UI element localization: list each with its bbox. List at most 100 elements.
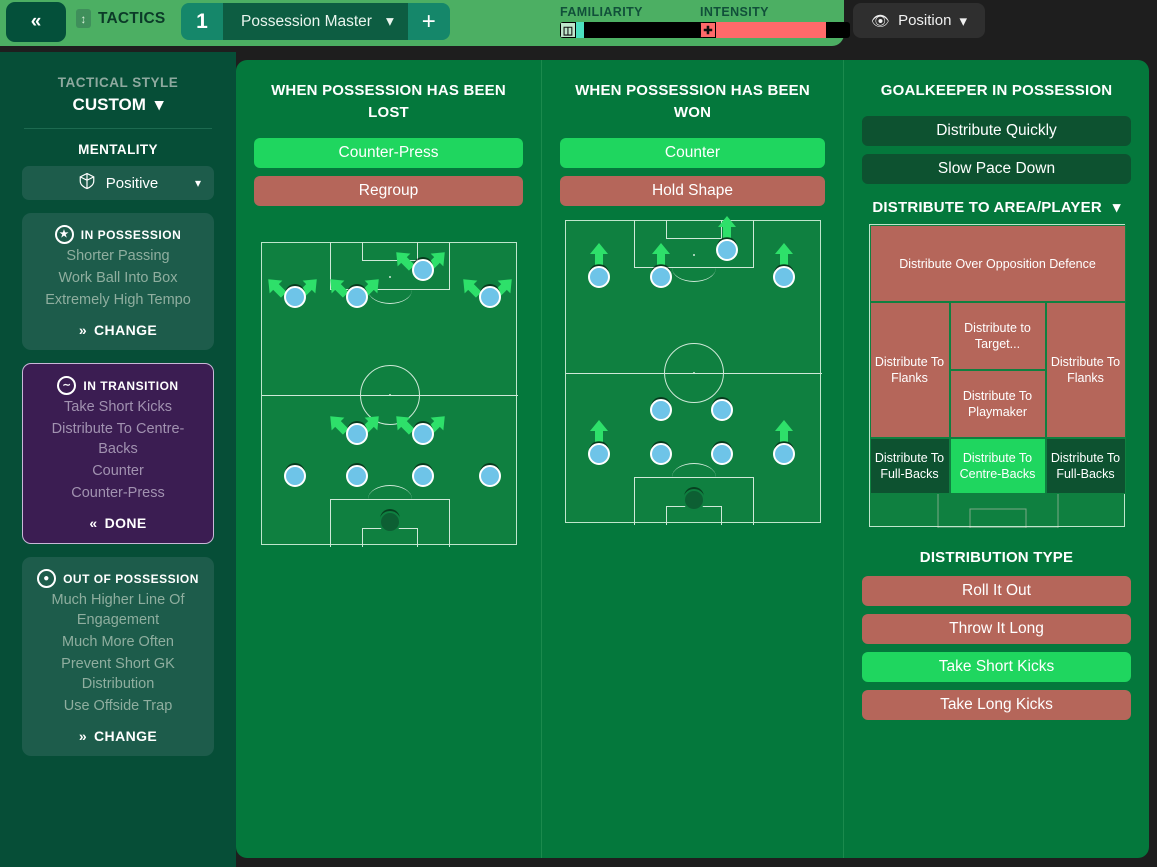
familiarity-knob-icon: ◫ (560, 22, 576, 38)
player-marker[interactable] (772, 443, 795, 465)
done-in-transition-button[interactable]: « DONE (33, 515, 203, 531)
defence-icon: ● (37, 569, 57, 588)
distribute-area-header[interactable]: DISTRIBUTE TO AREA/PLAYER ▾ (862, 198, 1131, 217)
player-marker[interactable] (411, 259, 434, 281)
cell-distribute-to-full-backs-left[interactable]: Distribute To Full-Backs (869, 438, 950, 494)
goalkeeper-marker[interactable] (378, 511, 401, 533)
intensity-meter: INTENSITY ✚ (700, 5, 850, 38)
player-marker[interactable] (478, 286, 501, 308)
player-marker[interactable] (345, 286, 368, 308)
cell-distribute-to-centre-backs[interactable]: Distribute To Centre-Backs (949, 438, 1046, 494)
possession-won-title: WHEN POSSESSION HAS BEEN WON (575, 82, 810, 121)
phase-action-label: CHANGE (94, 322, 158, 338)
option-hold-shape[interactable]: Hold Shape (560, 176, 825, 206)
change-out-of-possession-button[interactable]: » CHANGE (32, 728, 204, 744)
phase-header: ★ IN POSSESSION (32, 225, 204, 244)
player-marker[interactable] (411, 465, 434, 487)
change-in-possession-button[interactable]: » CHANGE (32, 322, 204, 338)
tactical-style-selector[interactable]: CUSTOM ▾ (22, 95, 214, 115)
mentality-selector[interactable]: Positive ▾ (22, 166, 214, 200)
player-marker[interactable] (283, 286, 306, 308)
familiarity-meter: FAMILIARITY ◫ (560, 5, 710, 38)
pitch-possession-lost[interactable] (260, 242, 518, 547)
phase-card-out-of-possession[interactable]: ● OUT OF POSSESSION Much Higher Line Of … (22, 557, 214, 756)
option-distribute-quickly[interactable]: Distribute Quickly (862, 116, 1131, 146)
position-view-button[interactable]: 👁 Position ▾ (853, 3, 985, 38)
player-marker[interactable] (772, 266, 795, 288)
player-marker[interactable] (649, 443, 672, 465)
pitch-marking (692, 371, 695, 374)
eye-icon: 👁 (871, 12, 891, 30)
player-marker[interactable] (649, 399, 672, 421)
player-marker[interactable] (283, 465, 306, 487)
option-take-long-kicks[interactable]: Take Long Kicks (862, 690, 1131, 720)
option-slow-pace-down[interactable]: Slow Pace Down (862, 154, 1131, 184)
phase-card-in-possession[interactable]: ★ IN POSSESSION Shorter Passing Work Bal… (22, 213, 214, 350)
chevron-down-icon: ▾ (959, 12, 967, 30)
option-roll-it-out[interactable]: Roll It Out (862, 576, 1131, 606)
goalkeeper-title: GOALKEEPER IN POSSESSION (880, 82, 1113, 99)
column-possession-won: WHEN POSSESSION HAS BEEN WON Counter Hol… (541, 60, 844, 858)
tactic-tab-number[interactable]: 1 (181, 3, 223, 40)
player-marker[interactable] (710, 399, 733, 421)
add-tactic-button[interactable]: + (407, 3, 450, 40)
chevron-down-icon: ▾ (154, 95, 164, 114)
phase-instruction: Take Short Kicks (64, 399, 172, 415)
mentality-label: MENTALITY (78, 142, 158, 157)
player-marker[interactable] (710, 443, 733, 465)
collapse-sidebar-button[interactable]: « (6, 2, 66, 42)
option-counter-press[interactable]: Counter-Press (254, 138, 523, 168)
cell-distribute-to-full-backs-right[interactable]: Distribute To Full-Backs (1045, 438, 1126, 494)
tactical-style-label: TACTICAL STYLE (57, 75, 179, 90)
transition-icon: ∼ (57, 376, 77, 395)
phase-instruction: Counter-Press (71, 485, 165, 501)
phase-instruction: Much Higher Line Of Engagement (51, 592, 185, 628)
cell-distribute-over-opposition-defence[interactable]: Distribute Over Opposition Defence (869, 225, 1126, 302)
ball-icon: ★ (54, 225, 74, 244)
cell-distribute-to-flanks-left[interactable]: Distribute To Flanks (869, 302, 950, 438)
goalkeeper-marker[interactable] (682, 489, 705, 511)
distribute-area-title: DISTRIBUTE TO AREA/PLAYER (872, 198, 1102, 216)
tactic-tab-group[interactable]: 1 Possession Master ▾ + (181, 3, 450, 40)
pitch-possession-won[interactable] (564, 216, 822, 525)
top-bar: « ↕ TACTICS 1 Possession Master ▾ + FAMI… (0, 0, 1157, 52)
player-marker[interactable] (649, 266, 672, 288)
player-marker[interactable] (478, 465, 501, 487)
cell-distribute-to-flanks-right[interactable]: Distribute To Flanks (1045, 302, 1126, 438)
distribute-row-top: Distribute Over Opposition Defence (869, 225, 1126, 302)
chevron-down-icon[interactable]: ▾ (1113, 198, 1121, 216)
option-throw-it-long[interactable]: Throw It Long (862, 614, 1131, 644)
phase-action-label: DONE (104, 515, 147, 531)
option-counter[interactable]: Counter (560, 138, 825, 168)
phase-instruction: Use Offside Trap (63, 698, 173, 714)
player-marker[interactable] (587, 443, 610, 465)
shield-icon (78, 172, 96, 194)
phase-card-in-transition[interactable]: ∼ IN TRANSITION Take Short Kicks Distrib… (22, 363, 214, 544)
player-marker[interactable] (411, 423, 434, 445)
chevron-down-icon[interactable]: ▾ (386, 12, 394, 31)
player-marker[interactable] (345, 423, 368, 445)
cell-distribute-to-target-man[interactable]: Distribute to Target... (949, 302, 1046, 370)
intensity-knob-icon: ✚ (700, 22, 716, 38)
distribution-type-title: DISTRIBUTION TYPE (919, 549, 1074, 566)
phase-header: ∼ IN TRANSITION (33, 376, 203, 395)
pitch-marking (671, 254, 716, 282)
tactics-section-label: ↕ TACTICS (76, 9, 165, 28)
position-button-label: Position (898, 12, 952, 29)
column-possession-lost: WHEN POSSESSION HAS BEEN LOST Counter-Pr… (236, 60, 541, 858)
mentality-value: Positive (105, 174, 159, 192)
option-regroup[interactable]: Regroup (254, 176, 523, 206)
double-chevron-left-icon: « (89, 515, 98, 531)
player-marker[interactable] (587, 266, 610, 288)
phase-instruction: Prevent Short GK Distribution (61, 656, 175, 692)
tactic-tab-label: Possession Master (241, 12, 372, 30)
tactic-tab[interactable]: Possession Master ▾ (223, 3, 408, 40)
player-marker[interactable] (345, 465, 368, 487)
sidebar-divider (24, 128, 212, 129)
player-marker[interactable] (715, 239, 738, 261)
familiarity-bar: ◫ (560, 22, 710, 38)
option-take-short-kicks[interactable]: Take Short Kicks (862, 652, 1131, 682)
distribute-area-grid[interactable]: Distribute Over Opposition Defence Distr… (868, 224, 1126, 528)
cell-distribute-to-playmaker[interactable]: Distribute To Playmaker (949, 370, 1046, 438)
double-chevron-right-icon: » (78, 322, 88, 338)
